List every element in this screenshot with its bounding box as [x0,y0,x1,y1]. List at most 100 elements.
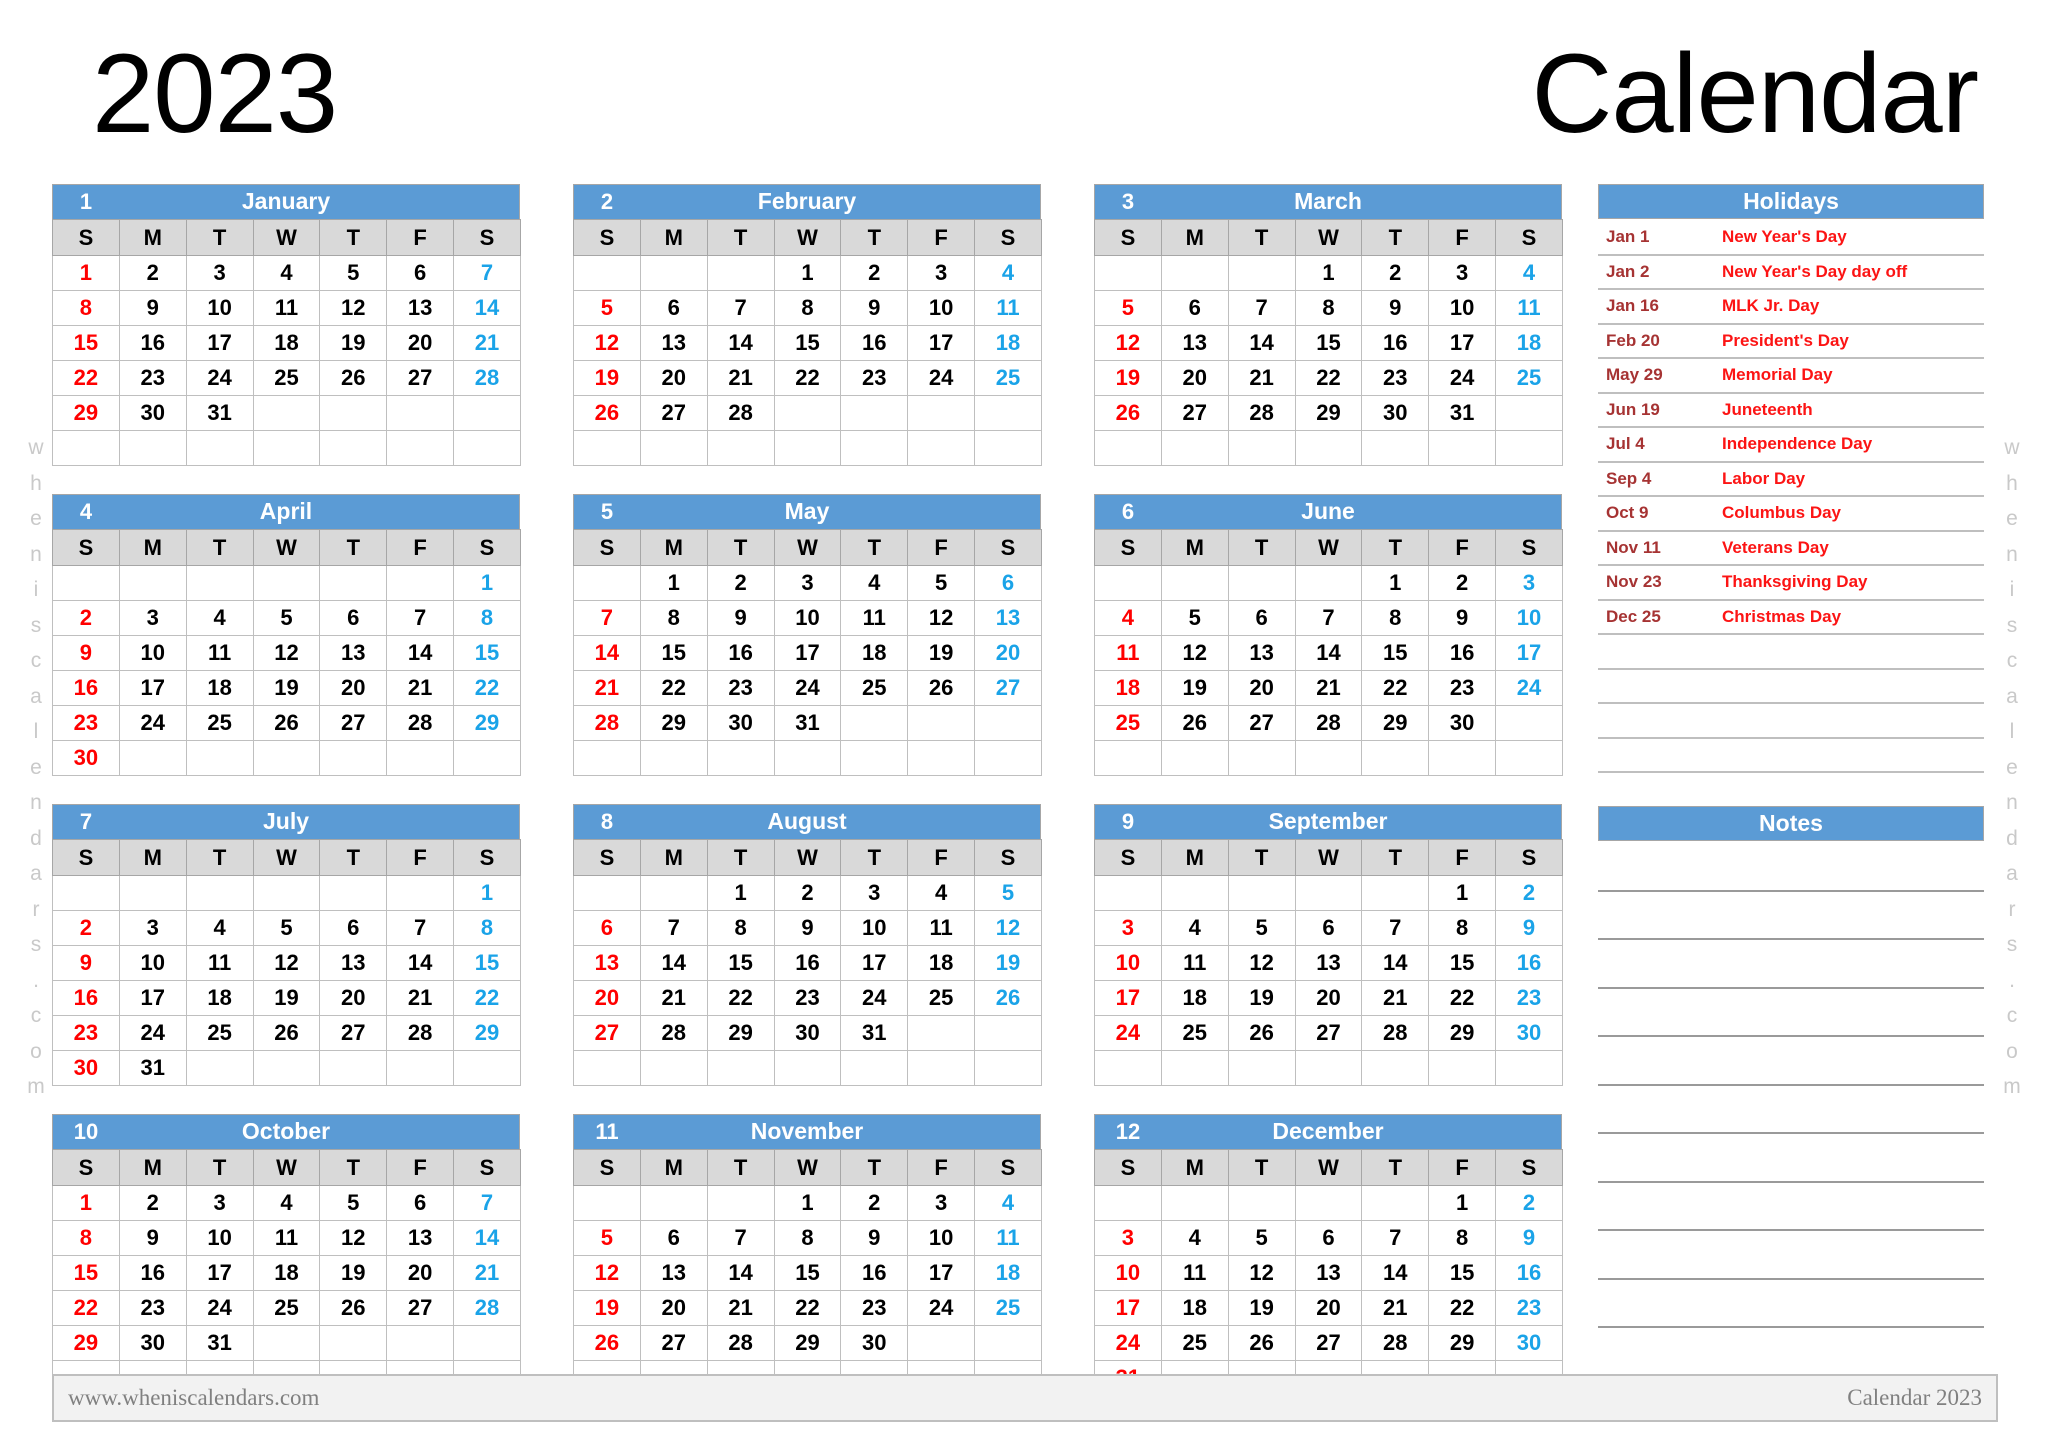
day-cell[interactable]: 3 [1094,910,1162,946]
day-cell[interactable]: 16 [706,635,775,671]
day-cell[interactable]: 4 [1160,1220,1229,1256]
day-cell[interactable]: 20 [974,635,1042,671]
day-cell[interactable]: 7 [1361,1220,1430,1256]
day-cell[interactable]: 11 [1094,635,1162,671]
day-cell[interactable]: 18 [252,325,321,361]
day-cell[interactable]: 9 [773,910,842,946]
day-cell[interactable]: 19 [1227,1290,1296,1326]
day-cell[interactable]: 2 [118,255,187,291]
day-cell[interactable]: 5 [1094,290,1162,326]
day-cell[interactable]: 23 [1495,980,1563,1016]
day-cell[interactable]: 29 [1361,705,1430,741]
day-cell[interactable]: 9 [118,1220,187,1256]
day-cell[interactable]: 25 [1160,1015,1229,1051]
day-cell[interactable]: 18 [974,325,1042,361]
day-cell[interactable]: 7 [1294,600,1363,636]
day-cell[interactable]: 26 [319,360,388,396]
day-cell[interactable]: 12 [573,325,641,361]
day-cell[interactable]: 25 [840,670,909,706]
day-cell[interactable]: 5 [1227,1220,1296,1256]
day-cell[interactable]: 10 [1094,1255,1162,1291]
day-cell[interactable]: 24 [840,980,909,1016]
day-cell[interactable]: 7 [706,1220,775,1256]
day-cell[interactable]: 2 [1428,565,1497,601]
day-cell[interactable]: 18 [840,635,909,671]
notes-line-row[interactable] [1598,1230,1984,1280]
day-cell[interactable]: 27 [974,670,1042,706]
day-cell[interactable]: 28 [1361,1015,1430,1051]
day-cell[interactable]: 15 [1294,325,1363,361]
day-cell[interactable]: 1 [773,255,842,291]
day-cell[interactable]: 16 [52,670,120,706]
day-cell[interactable]: 14 [706,1255,775,1291]
day-cell[interactable]: 30 [840,1325,909,1361]
day-cell[interactable]: 21 [1227,360,1296,396]
day-cell[interactable]: 15 [1361,635,1430,671]
day-cell[interactable]: 11 [1160,1255,1229,1291]
day-cell[interactable]: 14 [1227,325,1296,361]
day-cell[interactable]: 20 [573,980,641,1016]
day-cell[interactable]: 20 [639,1290,708,1326]
day-cell[interactable]: 4 [1160,910,1229,946]
day-cell[interactable]: 16 [1428,635,1497,671]
day-cell[interactable]: 10 [1428,290,1497,326]
day-cell[interactable]: 26 [1227,1015,1296,1051]
day-cell[interactable]: 28 [1294,705,1363,741]
day-cell[interactable]: 28 [386,1015,455,1051]
day-cell[interactable]: 31 [840,1015,909,1051]
day-cell[interactable]: 16 [773,945,842,981]
day-cell[interactable]: 15 [1428,1255,1497,1291]
day-cell[interactable]: 5 [974,875,1042,911]
notes-line[interactable] [1598,1181,1984,1231]
day-cell[interactable]: 4 [1495,255,1563,291]
day-cell[interactable]: 9 [118,290,187,326]
day-cell[interactable]: 8 [52,290,120,326]
day-cell[interactable]: 17 [907,1255,976,1291]
day-cell[interactable]: 7 [706,290,775,326]
day-cell[interactable]: 1 [1361,565,1430,601]
day-cell[interactable]: 4 [185,600,254,636]
day-cell[interactable]: 30 [118,395,187,431]
day-cell[interactable]: 22 [52,1290,120,1326]
day-cell[interactable]: 15 [639,635,708,671]
day-cell[interactable]: 14 [1361,945,1430,981]
day-cell[interactable]: 9 [1495,1220,1563,1256]
day-cell[interactable]: 1 [706,875,775,911]
day-cell[interactable]: 23 [52,705,120,741]
notes-line-row[interactable] [1598,842,1984,892]
day-cell[interactable]: 17 [185,1255,254,1291]
day-cell[interactable]: 23 [1361,360,1430,396]
notes-line-row[interactable] [1598,890,1984,940]
day-cell[interactable]: 7 [639,910,708,946]
day-cell[interactable]: 11 [974,1220,1042,1256]
day-cell[interactable]: 3 [118,910,187,946]
day-cell[interactable]: 14 [386,635,455,671]
day-cell[interactable]: 22 [1428,1290,1497,1326]
day-cell[interactable]: 18 [252,1255,321,1291]
day-cell[interactable]: 24 [907,360,976,396]
notes-line[interactable] [1598,1230,1984,1280]
day-cell[interactable]: 16 [52,980,120,1016]
day-cell[interactable]: 15 [453,945,521,981]
day-cell[interactable]: 12 [319,290,388,326]
day-cell[interactable]: 25 [185,705,254,741]
day-cell[interactable]: 2 [1361,255,1430,291]
notes-line-row[interactable] [1598,1133,1984,1183]
day-cell[interactable]: 11 [974,290,1042,326]
day-cell[interactable]: 5 [252,910,321,946]
day-cell[interactable]: 18 [974,1255,1042,1291]
day-cell[interactable]: 20 [386,325,455,361]
day-cell[interactable]: 29 [453,705,521,741]
day-cell[interactable]: 15 [773,1255,842,1291]
day-cell[interactable]: 16 [118,1255,187,1291]
day-cell[interactable]: 22 [773,1290,842,1326]
notes-line-row[interactable] [1598,939,1984,989]
day-cell[interactable]: 18 [1160,980,1229,1016]
day-cell[interactable]: 22 [1361,670,1430,706]
notes-line[interactable] [1598,1327,1984,1377]
day-cell[interactable]: 26 [1227,1325,1296,1361]
day-cell[interactable]: 6 [974,565,1042,601]
day-cell[interactable]: 27 [573,1015,641,1051]
day-cell[interactable]: 4 [974,1185,1042,1221]
day-cell[interactable]: 9 [52,945,120,981]
